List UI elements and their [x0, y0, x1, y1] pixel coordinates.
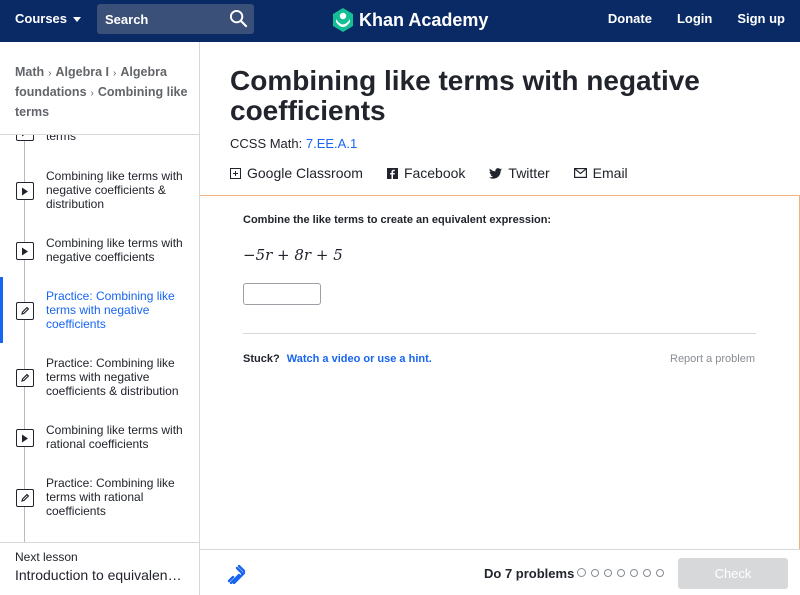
- divider: [243, 333, 756, 334]
- facebook-label: Facebook: [403, 165, 466, 181]
- chevron-down-icon: [73, 17, 82, 22]
- donate-link[interactable]: Donate: [608, 11, 652, 26]
- lesson-item-label: Combining like terms with negative coeff…: [46, 169, 183, 211]
- active-indicator: [0, 277, 3, 343]
- report-problem-link[interactable]: Report a problem: [670, 353, 755, 365]
- page-title: Combining like terms with negative coeff…: [230, 65, 700, 126]
- email-label: Email: [592, 165, 628, 181]
- twitter-label: Twitter: [508, 165, 550, 181]
- next-lesson-label: Next lesson: [15, 550, 78, 564]
- exercise-panel: Combine the like terms to create an equi…: [200, 195, 800, 549]
- google-classroom-icon: [230, 167, 241, 179]
- pencil-icon: [16, 302, 34, 320]
- scratchpad-icon[interactable]: [226, 564, 246, 589]
- divider: [0, 542, 199, 543]
- chevron-right-icon: ›: [90, 88, 94, 99]
- courses-menu-button[interactable]: Courses: [15, 11, 82, 26]
- twitter-icon: [489, 167, 503, 179]
- khan-academy-logo-icon: [333, 8, 353, 32]
- facebook-share-button[interactable]: Facebook: [386, 165, 466, 181]
- google-classroom-label: Google Classroom: [247, 165, 363, 181]
- play-icon: [16, 135, 34, 141]
- search-input[interactable]: [105, 11, 220, 27]
- progress-dot: [656, 569, 664, 577]
- next-lesson-link[interactable]: Introduction to equivalent …: [15, 567, 185, 583]
- chevron-right-icon: ›: [113, 68, 117, 79]
- progress-dots: [577, 568, 664, 577]
- top-navigation-bar: Courses Khan Academy Donate Login Sign u…: [0, 0, 800, 42]
- answer-input[interactable]: [243, 283, 321, 305]
- play-icon: [16, 182, 34, 200]
- exercise-prompt: Combine the like terms to create an equi…: [243, 214, 552, 226]
- lesson-item-label: Practice: Combining like terms with nega…: [46, 356, 179, 398]
- lesson-item-label: Combining like terms with negative coeff…: [46, 236, 183, 264]
- share-bar: Google Classroom Facebook Twitter Email: [230, 165, 628, 181]
- email-share-button[interactable]: Email: [573, 165, 628, 181]
- breadcrumb-math[interactable]: Math: [15, 65, 44, 79]
- breadcrumb-algebra-1[interactable]: Algebra I: [56, 65, 110, 79]
- main-content: Combining like terms with negative coeff…: [200, 42, 800, 595]
- lesson-item-label: Practice: Combining like terms with rati…: [46, 476, 175, 518]
- lesson-item-label: Practice: Combining like terms with nega…: [46, 289, 175, 331]
- account-nav: Donate Login Sign up: [608, 11, 785, 26]
- progress-dot: [591, 569, 599, 577]
- play-icon: [16, 429, 34, 447]
- google-classroom-button[interactable]: Google Classroom: [230, 165, 363, 181]
- khan-academy-logo[interactable]: Khan Academy: [332, 8, 488, 32]
- problem-count-label: Do 7 problems: [484, 566, 575, 581]
- check-button[interactable]: Check: [678, 558, 788, 589]
- stuck-label: Stuck?: [243, 353, 280, 365]
- twitter-share-button[interactable]: Twitter: [489, 165, 550, 181]
- lesson-item-label: Combining like terms with rational coeff…: [46, 423, 183, 451]
- search-icon[interactable]: [229, 9, 248, 33]
- signup-link[interactable]: Sign up: [737, 11, 785, 26]
- facebook-icon: [386, 167, 398, 179]
- pencil-icon: [16, 489, 34, 507]
- hint-link[interactable]: Watch a video or use a hint.: [287, 353, 432, 365]
- lesson-item-label: terms: [46, 135, 76, 143]
- email-icon: [573, 168, 587, 178]
- breadcrumb: Math › Algebra I › Algebra foundations › Combi…: [15, 63, 190, 121]
- ccss-prefix: CCSS Math:: [230, 136, 303, 151]
- lesson-list[interactable]: terms Combining like terms with negative…: [0, 135, 199, 543]
- progress-dot: [577, 568, 586, 577]
- progress-dot: [604, 569, 612, 577]
- lesson-sidebar: Math › Algebra I › Algebra foundations › Combi…: [0, 42, 200, 595]
- progress-dot: [643, 569, 651, 577]
- math-expression: −5r + 8r + 5: [243, 246, 343, 264]
- search-box[interactable]: [97, 4, 254, 34]
- progress-dot: [617, 569, 625, 577]
- exercise-footer: Do 7 problems Check: [200, 549, 800, 595]
- stuck-help: Stuck? Watch a video or use a hint.: [243, 353, 432, 365]
- chevron-right-icon: ›: [48, 68, 52, 79]
- login-link[interactable]: Login: [677, 11, 712, 26]
- courses-label: Courses: [15, 11, 68, 26]
- ccss-standard: CCSS Math: 7.EE.A.1: [230, 136, 357, 151]
- brand-name: Khan Academy: [359, 9, 489, 30]
- ccss-code-link[interactable]: 7.EE.A.1: [306, 136, 357, 151]
- pencil-icon: [16, 369, 34, 387]
- progress-dot: [630, 569, 638, 577]
- play-icon: [16, 242, 34, 260]
